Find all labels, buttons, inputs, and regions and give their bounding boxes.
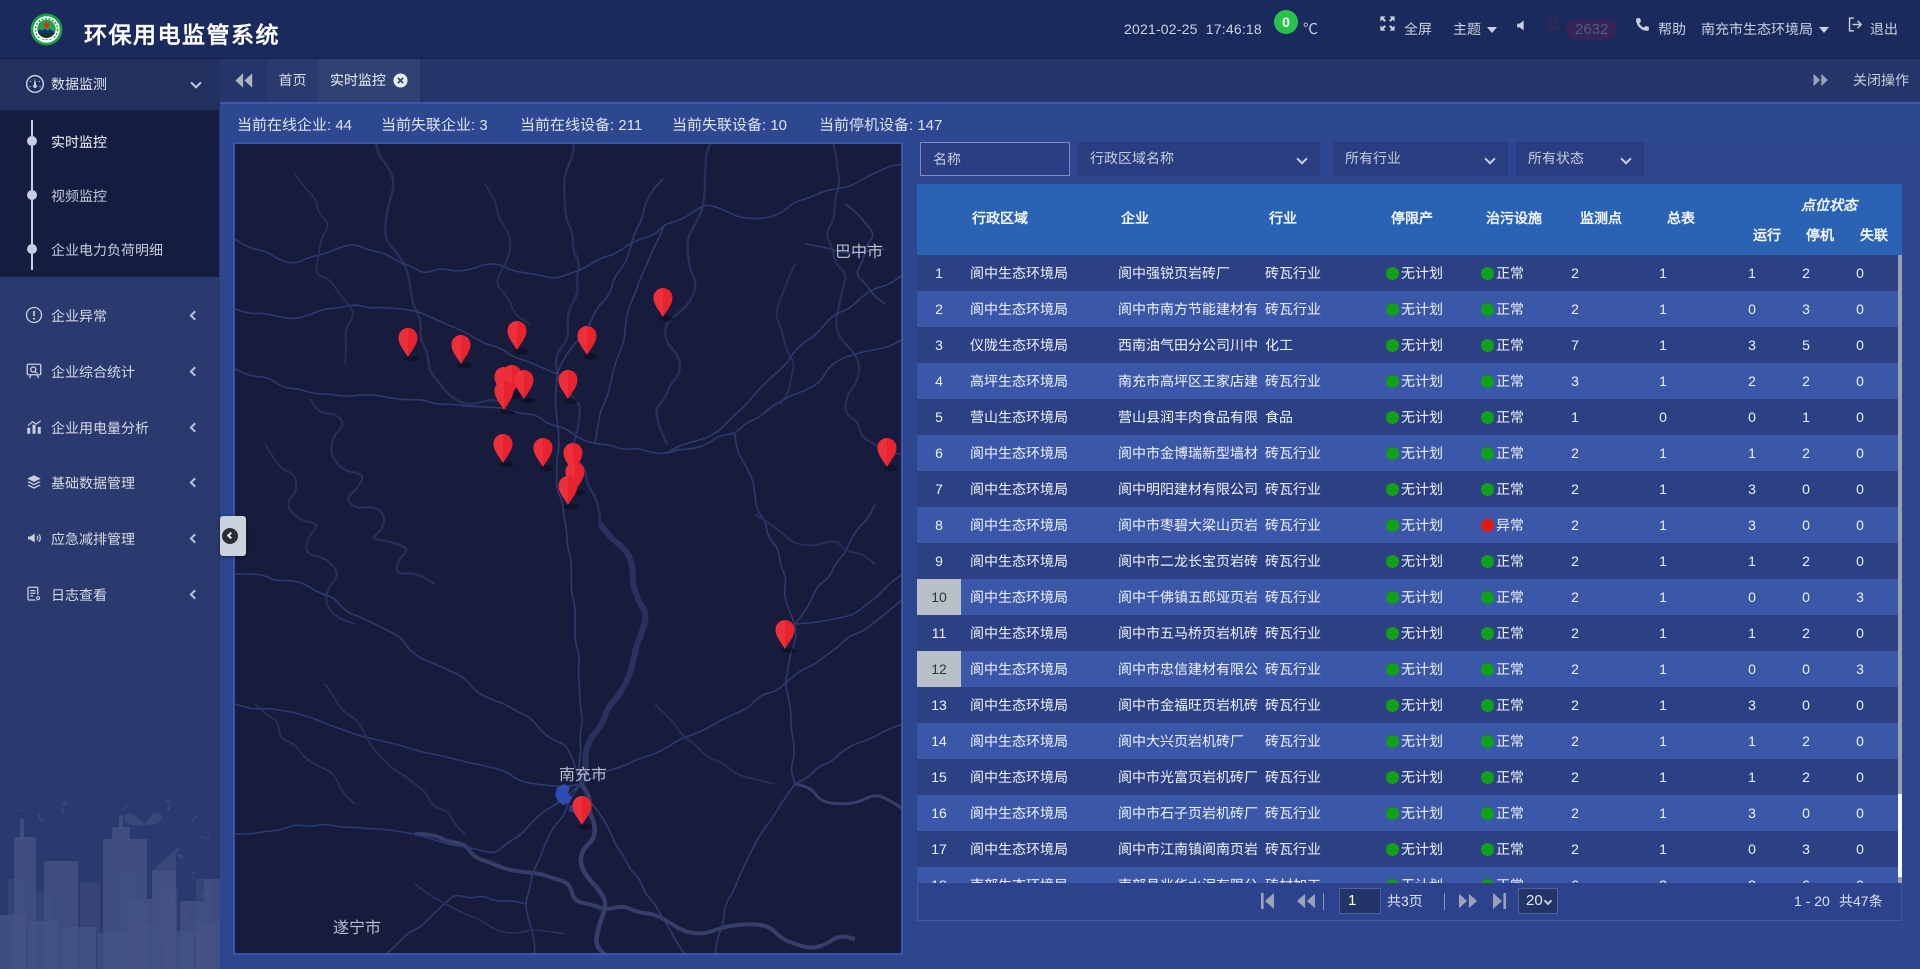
svg-text:南充市: 南充市	[559, 766, 607, 784]
svg-text:遂宁市: 遂宁市	[333, 919, 381, 937]
svg-text:巴中市: 巴中市	[835, 243, 883, 261]
